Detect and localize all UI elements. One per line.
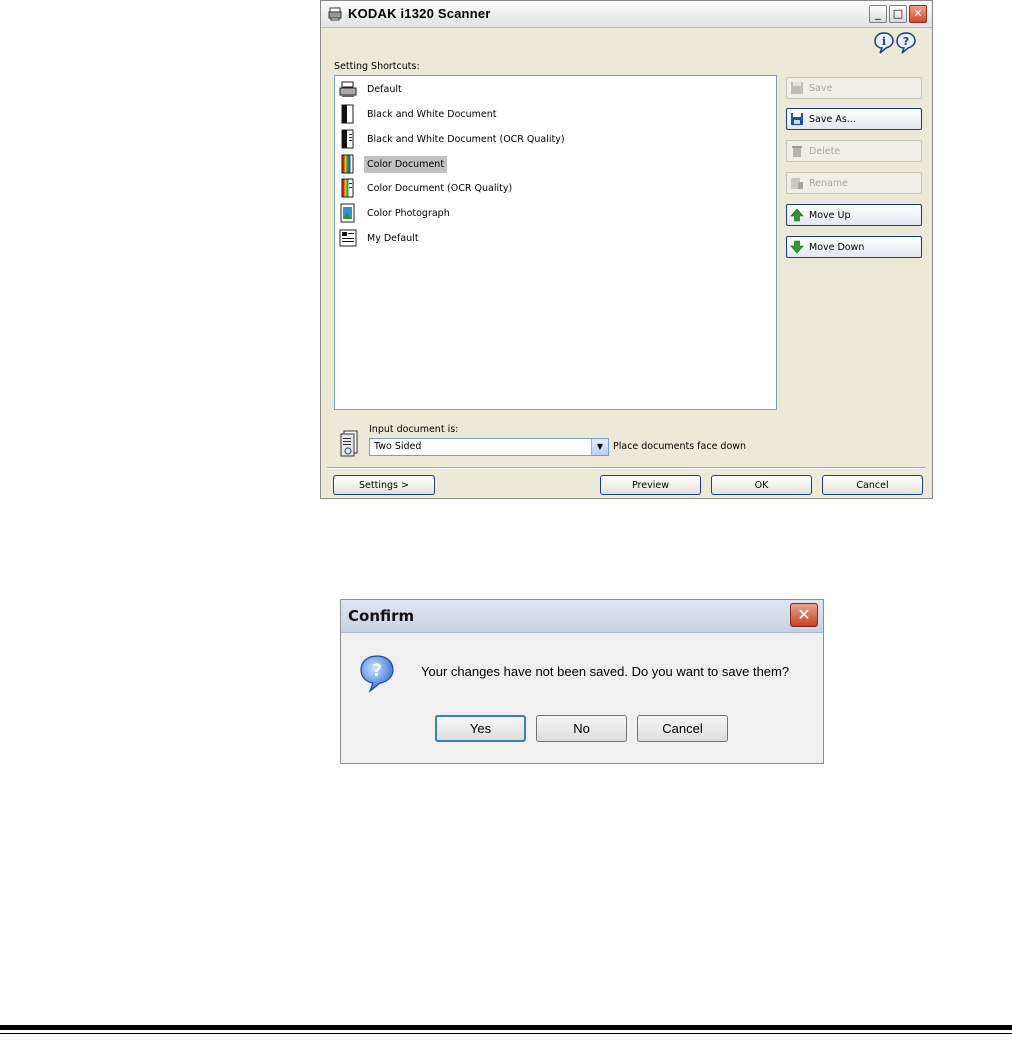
help-icon[interactable]: ? [896,32,916,54]
svg-text:?: ? [903,35,909,48]
scanner-app-icon [328,7,342,21]
shortcuts-list[interactable]: Default Black and White Document Black a… [334,75,777,410]
move-up-button[interactable]: Move Up [786,204,922,226]
divider [327,467,926,469]
scanner-window: KODAK i1320 Scanner _ □ ✕ i ? Setting Sh… [320,0,933,499]
save-button[interactable]: Save [786,77,922,99]
window-title: KODAK i1320 Scanner [348,6,491,21]
list-item[interactable]: Color Document [339,152,448,176]
no-button[interactable]: No [536,715,627,742]
delete-button[interactable]: Delete [786,140,922,162]
list-item[interactable]: Default [339,77,405,101]
yes-button[interactable]: Yes [435,715,526,742]
chevron-down-icon[interactable]: ▼ [591,439,608,455]
footer-thin-rule [0,1033,1012,1034]
shortcuts-label: Setting Shortcuts: [334,61,420,72]
save-as-button[interactable]: Save As... [786,108,922,130]
footer-rule [0,1025,1012,1030]
two-sided-document-icon [340,430,358,457]
dialog-close-button[interactable]: ✕ [790,603,818,627]
color-photograph-icon [340,203,355,223]
floppy-disk-icon [791,113,803,125]
cancel-button[interactable]: Cancel [822,475,923,495]
color-document-icon [341,154,354,174]
list-item[interactable]: Color Document (OCR Quality) [339,176,515,200]
bw-document-icon [341,104,354,124]
arrow-down-icon [790,240,804,254]
dialog-title-bar[interactable]: Confirm ✕ [341,600,823,633]
dialog-title: Confirm [348,607,415,625]
floppy-disk-icon [791,82,803,94]
dialog-cancel-button[interactable]: Cancel [637,715,728,742]
input-document-label: Input document is: [369,424,459,435]
list-item[interactable]: Black and White Document [339,102,499,126]
confirm-dialog: Confirm ✕ ? Your changes have not been s… [340,599,824,764]
rename-button[interactable]: Rename [786,172,922,194]
bw-ocr-document-icon [341,129,354,149]
list-item[interactable]: Black and White Document (OCR Quality) [339,127,568,151]
preview-button[interactable]: Preview [600,475,701,495]
svg-text:i: i [882,35,886,48]
placement-note: Place documents face down [613,441,747,452]
settings-button[interactable]: Settings > [333,475,435,495]
minimize-button[interactable]: _ [869,5,887,23]
title-bar[interactable]: KODAK i1320 Scanner _ □ ✕ [321,1,932,28]
maximize-button[interactable]: □ [889,5,907,23]
color-ocr-document-icon [341,178,354,198]
move-down-button[interactable]: Move Down [786,236,922,258]
question-icon: ? [360,655,394,693]
input-document-select[interactable]: Two Sided ▼ [369,438,609,456]
list-item[interactable]: Color Photograph [339,201,453,225]
arrow-up-icon [790,208,804,222]
custom-document-icon [339,229,357,247]
rename-icon [791,178,803,189]
about-icon[interactable]: i [874,32,894,54]
close-button[interactable]: ✕ [909,5,927,23]
list-item[interactable]: My Default [339,226,422,250]
trash-icon [792,146,802,157]
svg-text:?: ? [372,661,382,681]
dialog-message: Your changes have not been saved. Do you… [421,664,790,679]
scanner-icon [339,81,357,97]
ok-button[interactable]: OK [711,475,812,495]
